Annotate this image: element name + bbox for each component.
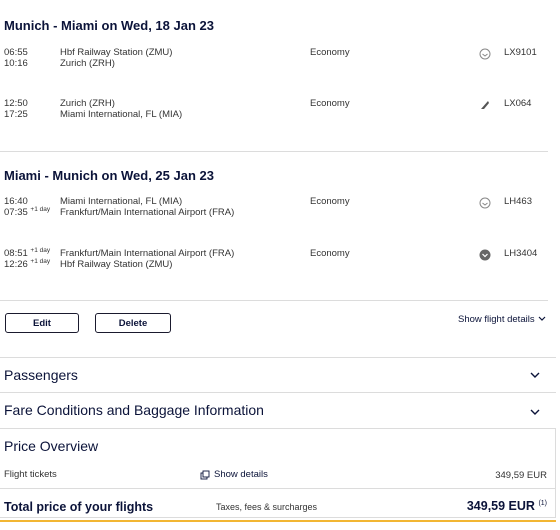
flight-tickets-label: Flight tickets [4,469,57,480]
lufthansa-dark-icon [478,248,492,262]
swiss-icon [478,47,492,61]
flight-tickets-amount: 349,59 EUR [495,470,547,481]
flight-number: LH3404 [504,248,538,259]
fare-conditions-title: Fare Conditions and Baggage Information [4,402,264,418]
swiss-tail-icon [478,98,492,112]
total-price-amount: 349,59 EUR (1) [466,499,547,513]
segment-row: 08:51 +1 day 12:26 +1 day Frankfurt/Main … [4,246,548,272]
chevron-down-icon [530,409,540,415]
divider [0,151,548,152]
chevron-down-icon [538,316,546,321]
show-flight-details-label: Show flight details [458,314,535,325]
flight-number: LX9101 [504,47,537,58]
passengers-section[interactable]: Passengers [0,357,556,391]
taxes-label: Taxes, fees & surcharges [216,502,318,512]
segment-cabin: Economy [310,98,350,109]
segment-cabin: Economy [310,47,350,58]
total-price-label: Total price of your flights [4,500,154,514]
segment-times: 12:50 17:25 [4,98,28,120]
divider [0,300,548,301]
passengers-title: Passengers [4,367,78,383]
price-overview-title: Price Overview [4,438,99,454]
itinerary-title-outbound: Munich - Miami on Wed, 18 Jan 23 [4,18,214,33]
segment-airports: Hbf Railway Station (ZMU) Zurich (ZRH) [60,47,173,69]
show-details-label: Show details [214,469,268,480]
segment-times: 08:51 +1 day 12:26 +1 day [4,246,51,270]
segment-times: 06:55 10:16 [4,47,28,69]
segment-row: 12:50 17:25 Zurich (ZRH) Miami Internation… [4,98,548,122]
segment-airports: Frankfurt/Main International Airport (FR… [60,248,235,270]
price-overview: Price Overview Flight tickets Show detai… [0,428,556,518]
delete-button[interactable]: Delete [95,313,171,333]
fare-conditions-section[interactable]: Fare Conditions and Baggage Information [0,392,556,428]
segment-cabin: Economy [310,196,350,207]
segment-times: 16:40 07:35 +1 day [4,196,51,218]
segment-airports: Miami International, FL (MIA) Frankfurt/M… [60,196,235,218]
segment-cabin: Economy [310,248,350,259]
flight-number: LH463 [504,196,532,207]
show-flight-details-link[interactable]: Show flight details [458,314,546,325]
chevron-down-icon [530,372,540,378]
edit-button[interactable]: Edit [5,313,79,333]
external-window-icon [200,470,210,479]
footnote-marker: (1) [538,499,547,507]
segment-row: 06:55 10:16 Hbf Railway Station (ZMU) Zuri… [4,47,548,71]
flight-number: LX064 [504,98,532,109]
segment-row: 16:40 07:35 +1 day Miami International, F… [4,196,548,220]
itinerary-title-return: Miami - Munich on Wed, 25 Jan 23 [4,168,214,183]
segment-airports: Zurich (ZRH) Miami International, FL (MIA… [60,98,183,120]
divider [0,488,556,489]
lufthansa-icon [478,196,492,210]
highlight-bar [0,520,556,522]
show-details-link[interactable]: Show details [200,469,268,480]
